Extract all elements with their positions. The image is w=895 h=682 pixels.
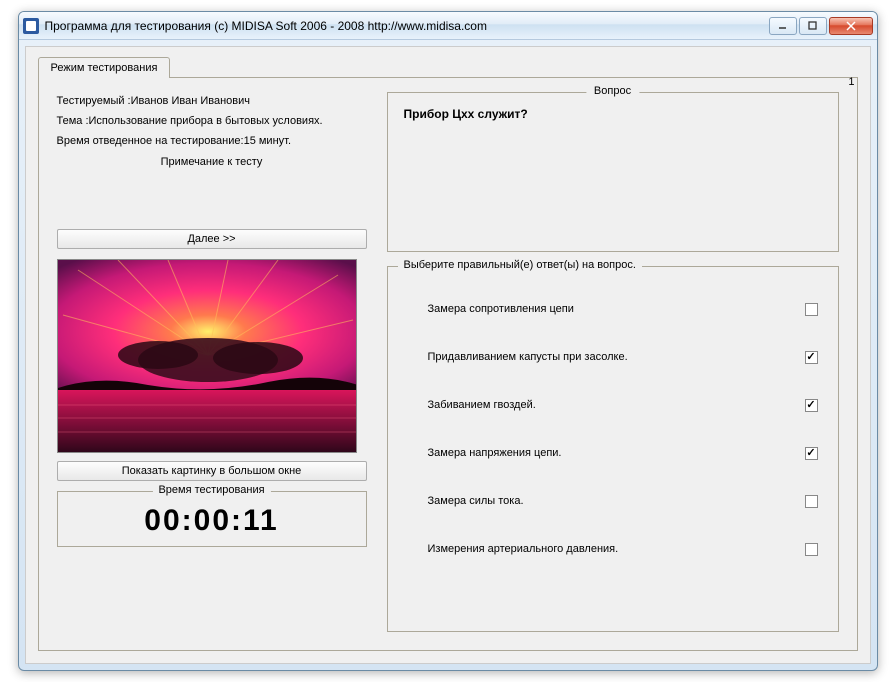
testee-value: Иванов Иван Иванович — [131, 92, 250, 112]
show-picture-button[interactable]: Показать картинку в большом окне — [57, 461, 367, 481]
titlebar: Программа для тестирования (c) MIDISA So… — [19, 12, 877, 40]
test-note: Примечание к тесту — [57, 153, 367, 173]
close-button[interactable] — [829, 17, 873, 35]
answer-text: Замера силы тока. — [428, 495, 524, 507]
info-block: Тестируемый : Иванов Иван Иванович Тема … — [57, 92, 367, 173]
answer-row: Замера напряжения цепи. ✓ — [428, 429, 818, 477]
answers-group-label: Выберите правильный(е) ответ(ы) на вопро… — [398, 259, 642, 271]
client-area: Режим тестирования 1 Тестируемый : Ивано… — [25, 46, 871, 664]
app-icon — [23, 18, 39, 34]
minimize-button[interactable] — [769, 17, 797, 35]
timer-label: Время тестирования — [152, 484, 270, 496]
maximize-button[interactable] — [799, 17, 827, 35]
window-controls — [769, 17, 873, 35]
topic-label: Тема : — [57, 112, 89, 132]
timer-groupbox: Время тестирования 00:00:11 — [57, 491, 367, 547]
time-allotted-value: 15 минут. — [244, 132, 291, 152]
answer-row: Замера сопротивления цепи — [428, 285, 818, 333]
left-column: Тестируемый : Иванов Иван Иванович Тема … — [57, 92, 367, 632]
time-allotted-label: Время отведенное на тестирование: — [57, 132, 244, 152]
answer-checkbox[interactable]: ✓ — [805, 399, 818, 412]
tab-testing-mode[interactable]: Режим тестирования — [38, 57, 171, 78]
testee-label: Тестируемый : — [57, 92, 131, 112]
next-button[interactable]: Далее >> — [57, 229, 367, 249]
question-text: Прибор Цхх служит? — [404, 107, 822, 121]
answer-row: Придавливанием капусты при засолке. ✓ — [428, 333, 818, 381]
window-title: Программа для тестирования (c) MIDISA So… — [45, 19, 769, 33]
question-groupbox: Вопрос Прибор Цхх служит? — [387, 92, 839, 252]
answer-row: Измерения артериального давления. — [428, 525, 818, 573]
answer-row: Забиванием гвоздей. ✓ — [428, 381, 818, 429]
answer-checkbox[interactable] — [805, 495, 818, 508]
answer-text: Замера сопротивления цепи — [428, 303, 574, 315]
answer-checkbox[interactable] — [805, 543, 818, 556]
question-image — [57, 259, 357, 453]
answer-row: Замера силы тока. — [428, 477, 818, 525]
answers-groupbox: Выберите правильный(е) ответ(ы) на вопро… — [387, 266, 839, 632]
right-column: Вопрос Прибор Цхх служит? Выберите прави… — [387, 92, 839, 632]
topic-value: Использование прибора в бытовых условиях… — [89, 112, 323, 132]
answer-text: Замера напряжения цепи. — [428, 447, 562, 459]
answer-checkbox[interactable]: ✓ — [805, 447, 818, 460]
answer-checkbox[interactable] — [805, 303, 818, 316]
answer-text: Придавливанием капусты при засолке. — [428, 351, 628, 363]
window: Программа для тестирования (c) MIDISA So… — [18, 11, 878, 671]
answer-checkbox[interactable]: ✓ — [805, 351, 818, 364]
answer-text: Забиванием гвоздей. — [428, 399, 536, 411]
tab-header: Режим тестирования — [38, 57, 858, 78]
tab-body: 1 Тестируемый : Иванов Иван Иванович Тем… — [38, 77, 858, 651]
answer-text: Измерения артериального давления. — [428, 543, 619, 555]
timer-value: 00:00:11 — [66, 500, 358, 538]
question-group-label: Вопрос — [586, 85, 639, 97]
